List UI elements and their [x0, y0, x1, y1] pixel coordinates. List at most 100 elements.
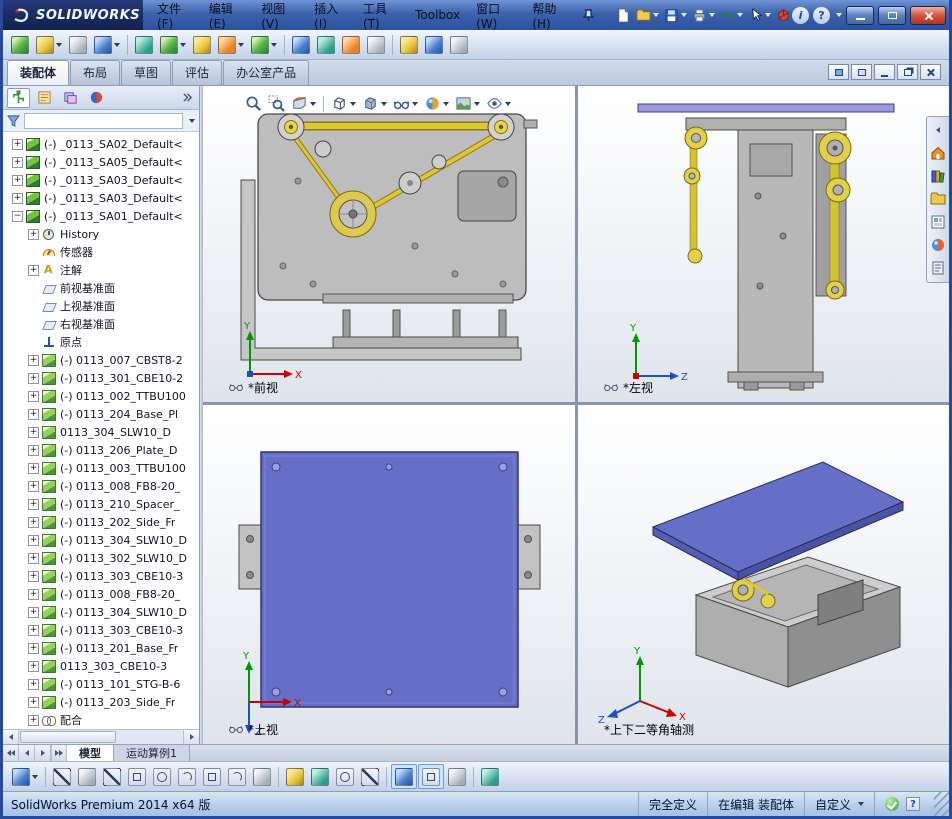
configuration-manager-tab[interactable] [59, 88, 82, 108]
options-caret-icon[interactable] [836, 13, 842, 17]
menu-item[interactable]: Toolbox [407, 0, 468, 30]
linear-component-pattern-button[interactable] [91, 32, 123, 57]
property-manager-tab[interactable] [33, 88, 56, 108]
tree-item[interactable]: (-) _0113_SA03_Default< [3, 171, 199, 189]
tree-item[interactable]: (-) _0113_SA01_Default< [3, 207, 199, 225]
tree-item[interactable]: (-) 0113_206_Plate_D [3, 441, 199, 459]
tree-item[interactable]: (-) 0113_101_STG-B-6 [3, 675, 199, 693]
tree-item[interactable]: (-) 0113_303_CBE10-3 [3, 621, 199, 639]
tree-item[interactable]: (-) 0113_301_CBE10-2 [3, 369, 199, 387]
tree-expand-toggle[interactable] [28, 696, 39, 708]
sketch-button[interactable] [50, 764, 74, 789]
maximize-button[interactable] [878, 5, 906, 25]
cascade-windows-button[interactable] [828, 64, 849, 80]
tree-item[interactable]: (-) 0113_003_TTBU100 [3, 459, 199, 477]
mate-button[interactable] [66, 32, 90, 57]
assembly-features-button[interactable] [215, 32, 247, 57]
point-button[interactable] [250, 764, 274, 789]
tree-item[interactable]: (-) 0113_304_SLW10_D [3, 603, 199, 621]
rebuild-button[interactable] [775, 7, 792, 24]
filter-caret-icon[interactable] [189, 118, 195, 123]
tree-item[interactable]: (-) 0113_002_TTBU100 [3, 387, 199, 405]
task-pane-expand-button[interactable] [929, 120, 948, 139]
document-tab[interactable]: 模型 [67, 745, 114, 761]
tree-expand-toggle[interactable] [28, 642, 39, 654]
file-explorer-icon[interactable] [929, 189, 948, 208]
menu-item[interactable]: 帮助(H) [524, 0, 578, 31]
move-component-button[interactable] [157, 32, 189, 57]
tree-expand-toggle[interactable] [28, 498, 39, 510]
command-tab[interactable]: 装配体 [7, 60, 70, 85]
menu-item[interactable]: 工具(T) [355, 0, 407, 31]
tile-windows-button[interactable] [851, 64, 872, 80]
measure-button[interactable] [397, 32, 421, 57]
status-custom-dropdown[interactable]: 自定义 [803, 792, 874, 816]
convert-entities-button[interactable] [308, 764, 332, 789]
tree-expand-toggle[interactable] [28, 444, 39, 456]
tree-item[interactable]: History [3, 225, 199, 243]
resize-grip[interactable] [934, 792, 949, 816]
print-button[interactable] [691, 7, 716, 24]
close-button[interactable] [910, 5, 946, 25]
scroll-right-icon[interactable] [183, 730, 199, 744]
open-button[interactable] [635, 7, 660, 24]
doc-restore-button[interactable] [897, 64, 918, 80]
section-view-button[interactable] [289, 94, 318, 113]
viewport-front-view[interactable]: Y X *前视 [203, 86, 575, 402]
polygon-button[interactable] [200, 764, 224, 789]
command-tab[interactable]: 布局 [70, 60, 121, 85]
tree-expand-toggle[interactable] [28, 660, 39, 672]
tree-item[interactable]: (-) 0113_304_SLW10_D [3, 531, 199, 549]
doc-minimize-button[interactable] [874, 64, 895, 80]
four-view-button[interactable] [418, 764, 444, 789]
tree-expand-toggle[interactable] [12, 174, 23, 186]
circle-button[interactable] [150, 764, 174, 789]
tree-expand-toggle[interactable] [28, 372, 39, 384]
line-button[interactable] [100, 764, 124, 789]
tree-expand-toggle[interactable] [28, 462, 39, 474]
undo-button[interactable] [719, 7, 744, 24]
command-tab[interactable]: 办公室产品 [223, 60, 310, 85]
tree-item[interactable]: 注解 [3, 261, 199, 279]
menu-item[interactable]: 编辑(E) [201, 0, 253, 31]
view-settings-button[interactable] [484, 94, 513, 113]
tree-expand-toggle[interactable] [28, 714, 39, 726]
tree-expand-toggle[interactable] [28, 516, 39, 528]
tree-item[interactable]: 原点 [3, 333, 199, 351]
edit-appearance-button[interactable] [422, 94, 451, 113]
panel-overflow-chevron-icon[interactable] [182, 92, 195, 103]
table-button[interactable] [478, 764, 502, 789]
hide-show-items-button[interactable] [391, 94, 420, 113]
tree-filter-input[interactable] [24, 112, 183, 129]
menu-item[interactable]: 窗口(W) [468, 0, 524, 31]
viewport-isometric-view[interactable]: Y X Z *上下二等角轴测 [578, 405, 949, 744]
tree-item[interactable]: (-) _0113_SA02_Default< [3, 135, 199, 153]
document-tab[interactable]: 运动算例1 [114, 745, 190, 761]
trim-entities-button[interactable] [283, 764, 307, 789]
command-tab[interactable]: 评估 [172, 60, 223, 85]
mass-properties-button[interactable] [422, 32, 446, 57]
tree-item[interactable]: (-) _0113_SA05_Default< [3, 153, 199, 171]
new-document-button[interactable] [615, 7, 632, 24]
filter-funnel-icon[interactable] [7, 114, 20, 127]
tab-scroll-first-icon[interactable] [3, 745, 19, 761]
tree-expand-toggle[interactable] [12, 156, 23, 168]
equations-button[interactable] [447, 32, 471, 57]
tab-scroll-right-icon[interactable] [35, 745, 51, 761]
display-style-button[interactable] [360, 94, 389, 113]
tree-item[interactable]: 上视基准面 [3, 297, 199, 315]
view-orientation-button[interactable] [329, 94, 358, 113]
minimize-button[interactable] [846, 5, 874, 25]
tree-expand-toggle[interactable] [28, 678, 39, 690]
menu-pin-icon[interactable] [578, 8, 599, 22]
scroll-left-icon[interactable] [3, 730, 19, 744]
custom-properties-icon[interactable] [929, 258, 948, 277]
tree-item[interactable]: (-) 0113_210_Spacer_ [3, 495, 199, 513]
tree-item[interactable]: (-) 0113_203_Side_Fr [3, 693, 199, 711]
normal-to-button[interactable] [445, 764, 469, 789]
tree-expand-toggle[interactable] [28, 534, 39, 546]
insert-component-button[interactable] [33, 32, 65, 57]
menu-item[interactable]: 视图(V) [253, 0, 306, 31]
tree-item[interactable]: (-) 0113_008_FB8-20_ [3, 477, 199, 495]
tree-item[interactable]: (-) 0113_008_FB8-20_ [3, 585, 199, 603]
